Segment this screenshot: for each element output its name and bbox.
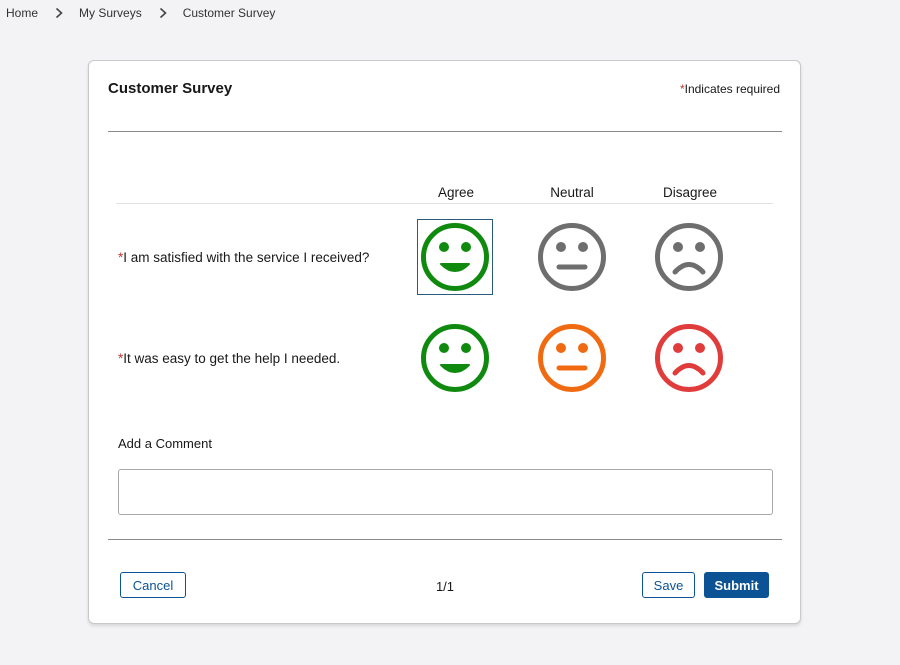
survey-title: Customer Survey — [108, 80, 233, 97]
breadcrumb-customer-survey: Customer Survey — [182, 6, 276, 20]
comment-label: Add a Comment — [118, 436, 212, 451]
chevron-right-icon — [53, 7, 65, 19]
question-2-text: It was easy to get the help I needed. — [123, 351, 341, 366]
save-button[interactable]: Save — [642, 572, 695, 598]
q2-agree-option[interactable] — [417, 320, 493, 396]
q1-disagree-option[interactable] — [651, 219, 727, 295]
divider — [108, 539, 782, 540]
chevron-right-icon — [157, 7, 169, 19]
sad-face-icon — [655, 324, 723, 392]
happy-face-icon — [421, 324, 489, 392]
page-indicator: 1/1 — [435, 579, 455, 594]
column-header-agree: Agree — [437, 185, 475, 200]
neutral-face-icon — [538, 223, 606, 291]
column-header-neutral: Neutral — [550, 185, 594, 200]
survey-card: Customer Survey *Indicates required Agre… — [88, 60, 801, 624]
required-note-text: Indicates required — [684, 82, 780, 96]
divider — [108, 131, 782, 132]
sad-face-icon — [655, 223, 723, 291]
submit-button[interactable]: Submit — [704, 572, 769, 598]
question-1: *I am satisfied with the service I recei… — [118, 250, 369, 265]
happy-face-icon — [421, 223, 489, 291]
q1-agree-option[interactable] — [417, 219, 493, 295]
breadcrumb-home[interactable]: Home — [6, 6, 38, 20]
q2-neutral-option[interactable] — [534, 320, 610, 396]
comment-input[interactable] — [118, 469, 773, 515]
breadcrumb: Home My Surveys Customer Survey — [6, 6, 275, 20]
column-header-disagree: Disagree — [662, 185, 718, 200]
question-1-text: I am satisfied with the service I receiv… — [123, 250, 370, 265]
cancel-button[interactable]: Cancel — [120, 572, 186, 598]
question-2: *It was easy to get the help I needed. — [118, 351, 340, 366]
q1-neutral-option[interactable] — [534, 219, 610, 295]
required-note: *Indicates required — [680, 82, 780, 96]
neutral-face-icon — [538, 324, 606, 392]
header-divider — [116, 203, 773, 204]
breadcrumb-my-surveys[interactable]: My Surveys — [79, 6, 142, 20]
q2-disagree-option[interactable] — [651, 320, 727, 396]
